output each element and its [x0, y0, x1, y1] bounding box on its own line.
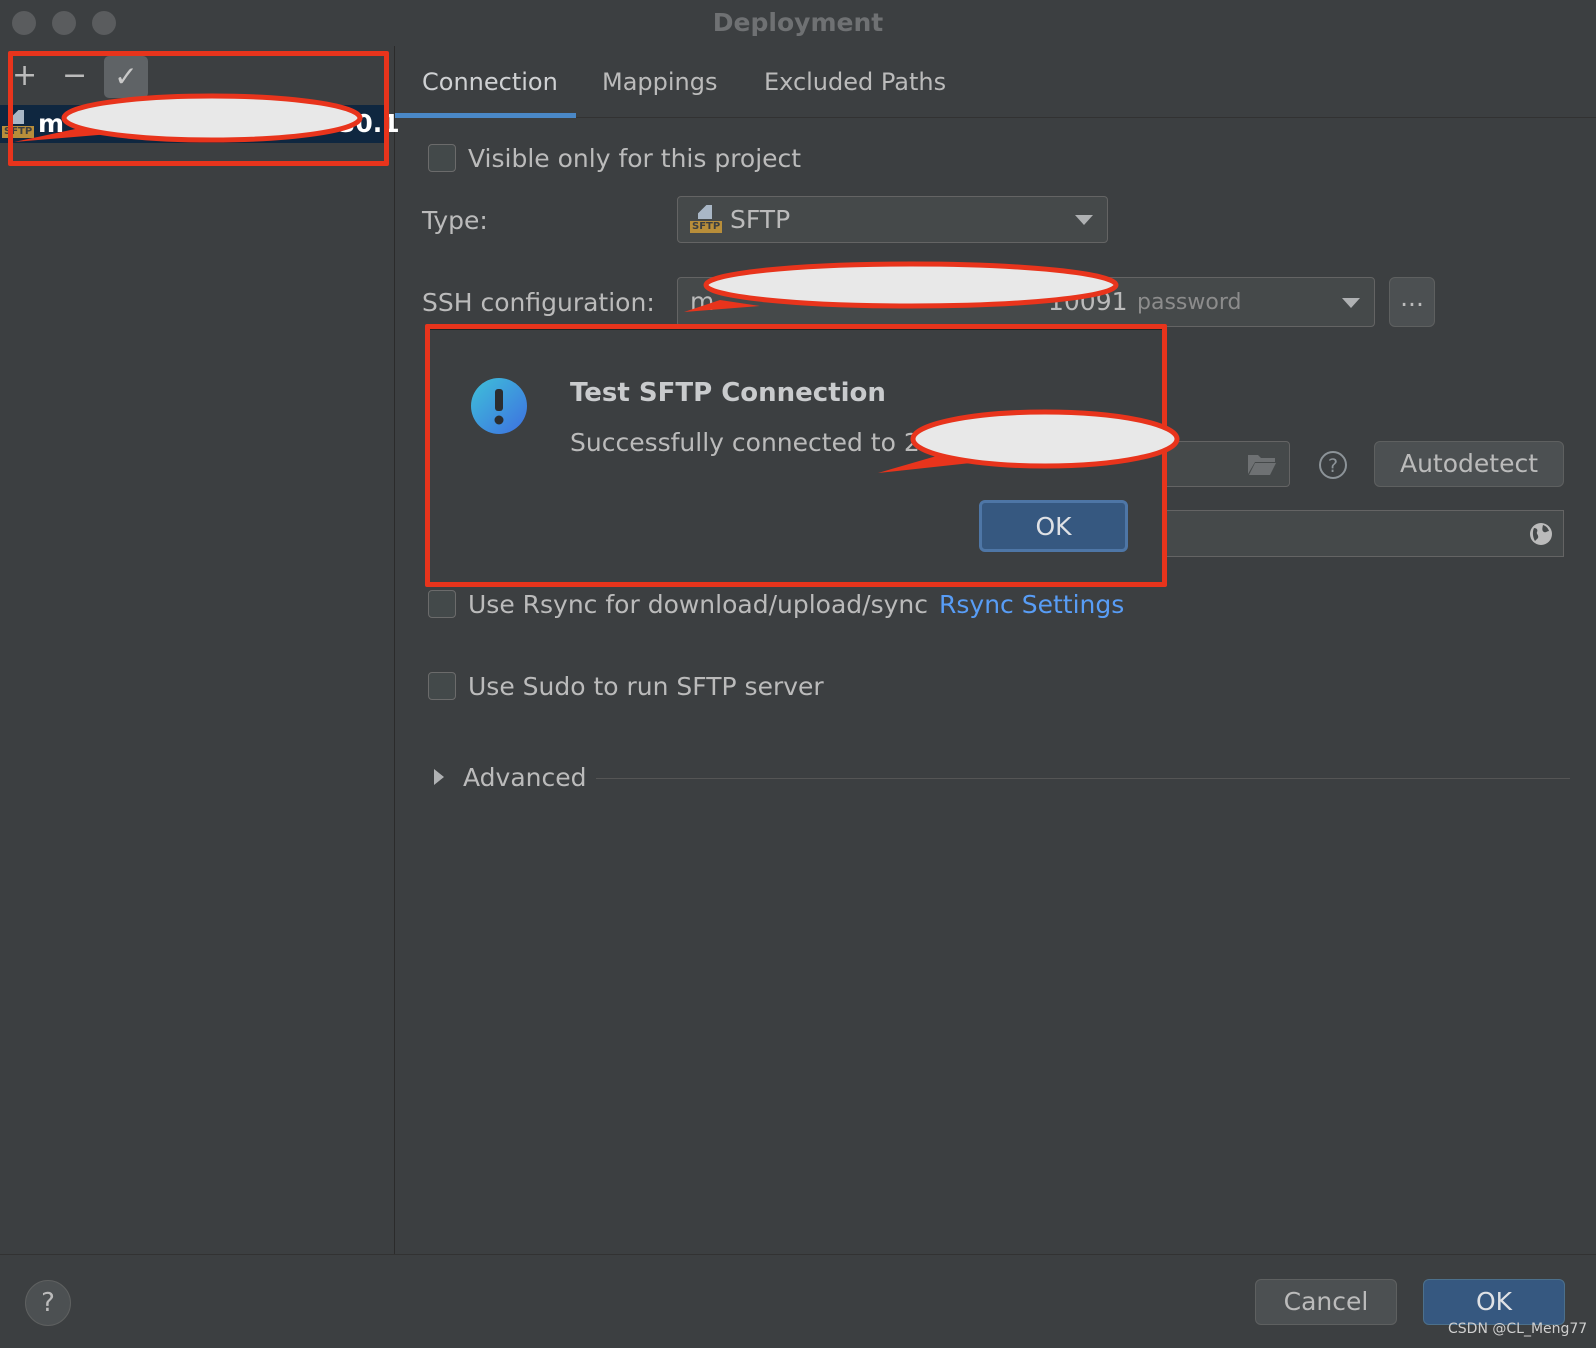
- ok-button[interactable]: OK: [1423, 1279, 1565, 1325]
- help-button[interactable]: ?: [25, 1280, 71, 1326]
- sudo-checkbox[interactable]: [428, 672, 456, 700]
- expand-triangle-icon[interactable]: [434, 769, 444, 785]
- advanced-section-toggle[interactable]: Advanced: [463, 763, 587, 792]
- advanced-divider: [596, 778, 1570, 779]
- redaction-marks: [14, 93, 1180, 473]
- watermark: CSDN @CL_Meng77: [1448, 1321, 1588, 1337]
- cancel-button[interactable]: Cancel: [1255, 1279, 1397, 1325]
- sudo-label: Use Sudo to run SFTP server: [468, 672, 824, 701]
- footer-divider: [0, 1254, 1596, 1255]
